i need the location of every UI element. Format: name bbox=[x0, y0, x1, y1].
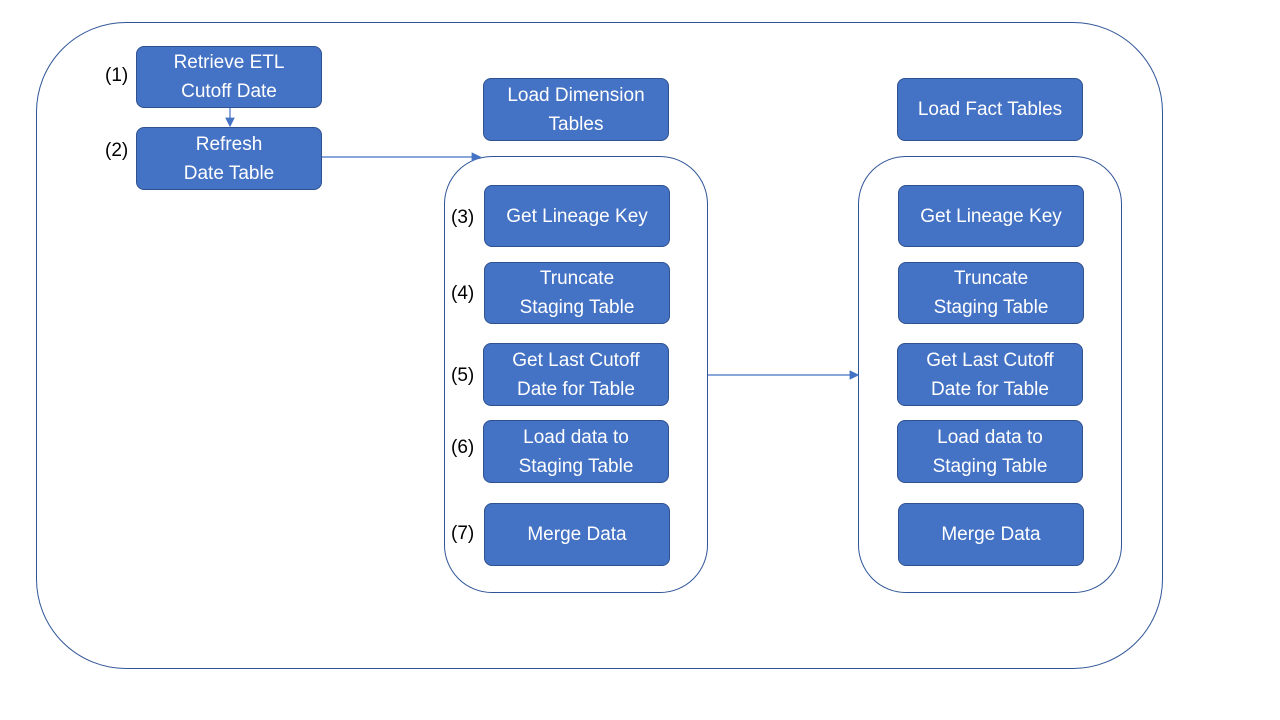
fact-step-truncate-staging-table[interactable]: Truncate Staging Table bbox=[898, 262, 1084, 324]
step-refresh-date-table[interactable]: Refresh Date Table bbox=[136, 127, 322, 190]
step-number-3: (3) bbox=[451, 207, 475, 228]
step-number-7: (7) bbox=[451, 523, 475, 544]
dimension-title[interactable]: Load Dimension Tables bbox=[483, 78, 669, 141]
fact-step-get-last-cutoff-date[interactable]: Get Last Cutoff Date for Table bbox=[897, 343, 1083, 406]
dimension-step-merge-data[interactable]: Merge Data bbox=[484, 503, 670, 566]
fact-step-get-lineage-key[interactable]: Get Lineage Key bbox=[898, 185, 1084, 247]
dimension-step-get-lineage-key[interactable]: Get Lineage Key bbox=[484, 185, 670, 247]
step-number-2: (2) bbox=[105, 140, 129, 161]
step-number-5: (5) bbox=[451, 365, 475, 386]
step-number-6: (6) bbox=[451, 437, 475, 458]
fact-step-load-data-to-staging[interactable]: Load data to Staging Table bbox=[897, 420, 1083, 483]
dimension-step-truncate-staging-table[interactable]: Truncate Staging Table bbox=[484, 262, 670, 324]
fact-step-merge-data[interactable]: Merge Data bbox=[898, 503, 1084, 566]
step-number-1: (1) bbox=[105, 65, 129, 86]
dimension-step-get-last-cutoff-date[interactable]: Get Last Cutoff Date for Table bbox=[483, 343, 669, 406]
dimension-step-load-data-to-staging[interactable]: Load data to Staging Table bbox=[483, 420, 669, 483]
fact-title[interactable]: Load Fact Tables bbox=[897, 78, 1083, 141]
step-retrieve-etl-cutoff-date[interactable]: Retrieve ETL Cutoff Date bbox=[136, 46, 322, 108]
step-number-4: (4) bbox=[451, 283, 475, 304]
